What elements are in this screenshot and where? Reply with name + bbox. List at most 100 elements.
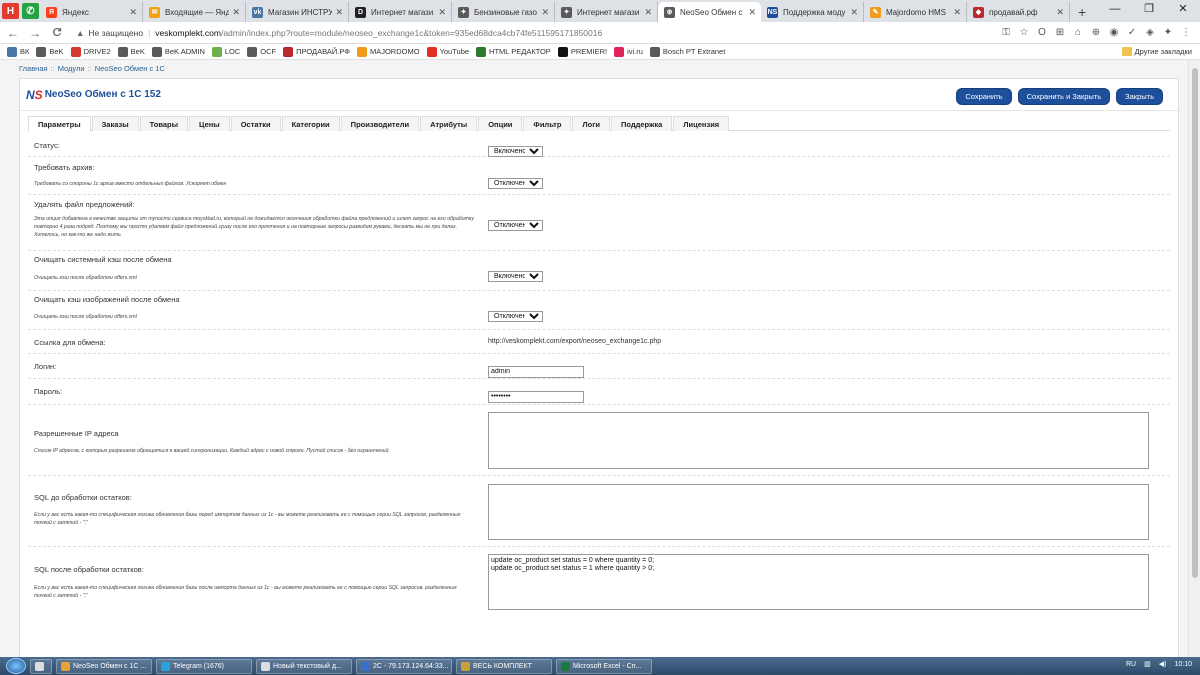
- tab-8[interactable]: Опции: [478, 116, 523, 131]
- close-tab-icon[interactable]: ✕: [1056, 7, 1064, 18]
- delete-offers-select[interactable]: ВключеноОтключено: [488, 220, 543, 231]
- bookmark-item[interactable]: LOC: [211, 46, 240, 57]
- breadcrumb-current[interactable]: NeoSeo Обмен с 1С: [95, 64, 165, 73]
- bookmark-item[interactable]: Bosch PT Extranet: [649, 46, 725, 57]
- clock[interactable]: 10:10: [1174, 661, 1192, 668]
- close-tab-icon[interactable]: ✕: [748, 7, 756, 18]
- close-tab-icon[interactable]: ✕: [953, 7, 961, 18]
- bookmark-item[interactable]: OCF: [247, 46, 276, 57]
- taskbar-item[interactable]: NeoSeo Обмен с 1С ...: [56, 658, 152, 674]
- extension-icon[interactable]: ✦: [1162, 27, 1174, 38]
- close-button[interactable]: Закрыть: [1116, 88, 1163, 105]
- tab-9[interactable]: Фильтр: [523, 116, 572, 131]
- back-icon[interactable]: ←: [4, 26, 22, 40]
- bookmark-item[interactable]: ВК: [7, 46, 29, 57]
- clear-image-cache-select[interactable]: ВключеноОтключено: [488, 311, 543, 322]
- browser-tab[interactable]: ◆ продавай.рф ✕: [967, 2, 1070, 22]
- minimize-button[interactable]: —: [1098, 0, 1132, 20]
- login-input[interactable]: [488, 365, 584, 378]
- other-bookmarks[interactable]: Другие закладки: [1121, 47, 1192, 56]
- scrollbar-thumb[interactable]: [1192, 68, 1198, 578]
- browser-tab[interactable]: ✦ Бензиновые газо ✕: [452, 2, 555, 22]
- password-input[interactable]: [488, 390, 584, 403]
- bookmark-item[interactable]: DRIVE2: [70, 46, 111, 57]
- extension-icon[interactable]: ✓: [1126, 27, 1138, 38]
- taskbar-item[interactable]: Новый текстовый д...: [256, 658, 352, 674]
- new-tab-button[interactable]: +: [1078, 4, 1086, 20]
- sql-after-textarea[interactable]: [488, 554, 1149, 610]
- start-button[interactable]: [6, 658, 26, 674]
- bookmark-item[interactable]: BeK: [36, 46, 64, 57]
- tab-10[interactable]: Логи: [572, 116, 610, 131]
- extension-icon[interactable]: ◈: [1144, 27, 1156, 38]
- close-window-button[interactable]: ✕: [1166, 0, 1200, 20]
- bookmark-item[interactable]: BeK ADMIN: [151, 46, 205, 57]
- browser-tab[interactable]: NS Поддержка моду ✕: [761, 2, 864, 22]
- browser-tab[interactable]: ✎ Majordomo HMS ✕: [864, 2, 967, 22]
- breadcrumb-modules[interactable]: Модули: [58, 64, 85, 73]
- pinned-tab[interactable]: H: [2, 3, 19, 19]
- extension-icon[interactable]: ☆: [1018, 27, 1030, 38]
- taskbar-item[interactable]: ВЕСЬ КОМПЛЕКТ: [456, 658, 552, 674]
- taskbar-item[interactable]: Microsoft Excel - Сп...: [556, 658, 652, 674]
- network-icon[interactable]: ▥: [1144, 660, 1151, 668]
- sql-before-textarea[interactable]: [488, 484, 1149, 540]
- breadcrumb-home[interactable]: Главная: [19, 64, 48, 73]
- tab-favicon-icon: NS: [767, 6, 778, 18]
- bookmark-item[interactable]: BeK: [117, 46, 145, 57]
- tab-4[interactable]: Остатки: [230, 116, 281, 131]
- tab-11[interactable]: Поддержка: [610, 116, 673, 131]
- bookmark-item[interactable]: PREMIER!: [557, 46, 607, 57]
- allowed-ip-textarea[interactable]: [488, 412, 1149, 469]
- browser-tab[interactable]: ✦ Интернет магази ✕: [555, 2, 658, 22]
- taskbar-item[interactable]: 2С - 79.173.124.64:33...: [356, 658, 452, 674]
- maximize-button[interactable]: ❐: [1132, 0, 1166, 20]
- browser-tab[interactable]: ⊕ NeoSeo Обмен с 1 ✕: [658, 2, 761, 22]
- reload-icon[interactable]: [48, 26, 66, 40]
- bookmark-item[interactable]: YouTube: [426, 46, 469, 57]
- close-tab-icon[interactable]: ✕: [335, 7, 343, 18]
- browser-tab[interactable]: D Интернет магази ✕: [349, 2, 452, 22]
- save-and-close-button[interactable]: Сохранить и Закрыть: [1017, 88, 1111, 105]
- close-tab-icon[interactable]: ✕: [541, 7, 549, 18]
- extension-icon[interactable]: ⊕: [1090, 27, 1102, 38]
- status-select[interactable]: ВключеноОтключено: [488, 146, 543, 157]
- extension-icon[interactable]: ⌂: [1072, 27, 1084, 38]
- save-button[interactable]: Сохранить: [956, 88, 1012, 105]
- extension-icon[interactable]: ⋮: [1180, 27, 1192, 38]
- language-indicator[interactable]: RU: [1126, 661, 1136, 668]
- bookmark-item[interactable]: ПРОДАВАЙ.РФ: [283, 46, 350, 57]
- pinned-tab[interactable]: ✆: [22, 3, 39, 19]
- tab-12[interactable]: Лицензия: [673, 116, 730, 131]
- close-tab-icon[interactable]: ✕: [850, 7, 858, 18]
- taskbar-item[interactable]: Telegram (1676): [156, 658, 252, 674]
- extension-icon[interactable]: ⊞: [1054, 27, 1066, 38]
- page-scrollbar[interactable]: [1188, 60, 1200, 657]
- close-tab-icon[interactable]: ✕: [232, 7, 240, 18]
- tab-0[interactable]: Параметры: [28, 116, 91, 132]
- close-tab-icon[interactable]: ✕: [644, 7, 652, 18]
- tab-3[interactable]: Цены: [189, 116, 230, 131]
- tab-1[interactable]: Заказы: [91, 116, 139, 131]
- browser-tab[interactable]: ✉ Входящие — Янд ✕: [143, 2, 246, 22]
- forward-icon[interactable]: →: [26, 26, 44, 40]
- taskbar-item[interactable]: [30, 658, 52, 674]
- url-field[interactable]: ▲ Не защищено | veskomplekt.com/admin/in…: [76, 28, 1000, 38]
- browser-tab[interactable]: Я Яндекс ✕: [40, 2, 143, 22]
- extension-icon[interactable]: ◉: [1108, 27, 1120, 38]
- close-tab-icon[interactable]: ✕: [438, 7, 446, 18]
- bookmark-item[interactable]: ivi.ru: [614, 46, 643, 57]
- extension-icon[interactable]: ⚿: [1000, 27, 1012, 38]
- tab-2[interactable]: Товары: [139, 116, 188, 131]
- clear-system-cache-select[interactable]: ВключеноОтключено: [488, 271, 543, 282]
- require-archive-select[interactable]: ВключеноОтключено: [488, 178, 543, 189]
- extension-icon[interactable]: O: [1036, 27, 1048, 38]
- tab-6[interactable]: Производители: [340, 116, 420, 131]
- tab-5[interactable]: Категории: [281, 116, 340, 131]
- bookmark-item[interactable]: HTML РЕДАКТОР: [476, 46, 551, 57]
- volume-icon[interactable]: ◀): [1159, 660, 1167, 668]
- close-tab-icon[interactable]: ✕: [129, 7, 137, 18]
- browser-tab[interactable]: vk Магазин ИНСТРУ ✕: [246, 2, 349, 22]
- bookmark-item[interactable]: MAJORDOMO: [356, 46, 420, 57]
- tab-7[interactable]: Атрибуты: [420, 116, 478, 131]
